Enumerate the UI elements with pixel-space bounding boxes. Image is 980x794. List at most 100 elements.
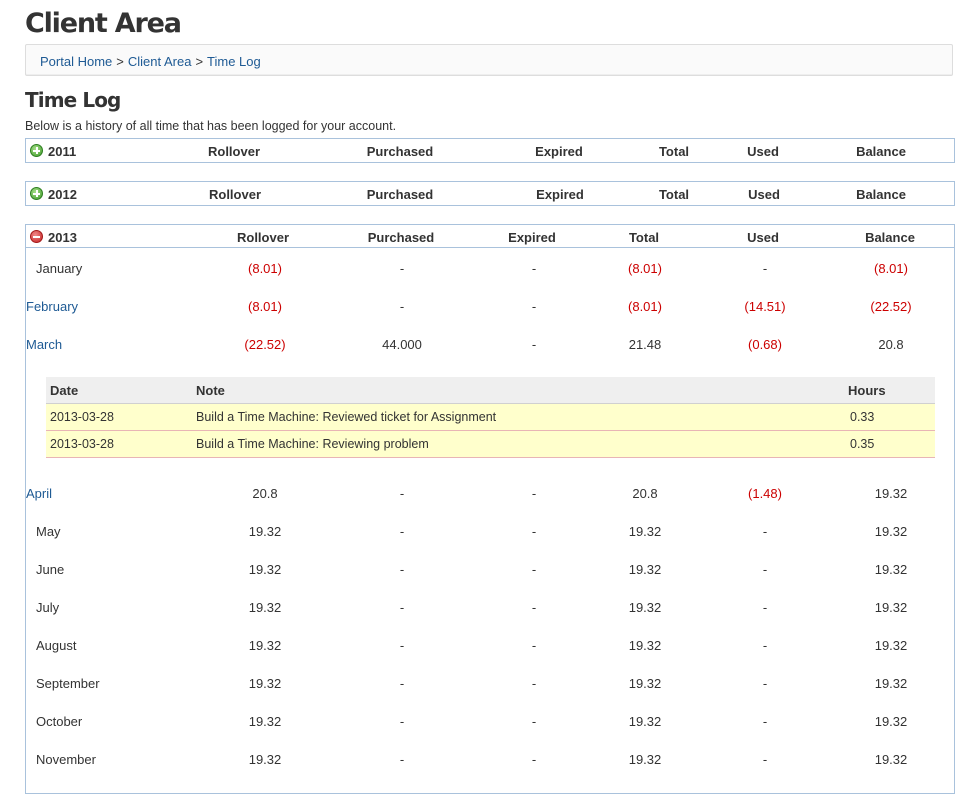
month-row: March (22.52) 44.000 - 21.48 (0.68) 20.8 [26,337,954,357]
purchased-cell: - [399,676,405,691]
total-cell: 19.32 [628,562,662,577]
balance-cell: 19.32 [874,638,908,653]
collapse-minus-icon[interactable] [30,230,43,243]
month-name[interactable]: April [26,486,52,501]
used-cell: - [762,638,768,653]
total-cell: 19.32 [628,638,662,653]
expired-cell: - [531,638,537,653]
detail-header-hours: Hours [848,383,886,398]
expired-cell: - [531,337,537,352]
used-cell: - [762,714,768,729]
year-panel-2012: 2012 Rollover Purchased Expired Total Us… [25,181,955,206]
column-header-used: Used [747,144,779,159]
year-label: 2013 [48,230,77,245]
used-cell: - [762,676,768,691]
rollover-cell: (22.52) [244,337,286,352]
year-header-2011[interactable]: 2011 Rollover Purchased Expired Total Us… [26,139,954,163]
total-cell: (8.01) [628,261,662,276]
detail-date: 2013-03-28 [50,410,114,424]
detail-hours: 0.35 [850,437,875,451]
year-header-2013[interactable]: 2013 Rollover Purchased Expired Total Us… [26,225,954,248]
column-header-expired: Expired [535,144,583,159]
purchased-cell: 44.000 [382,337,422,352]
rollover-cell: 19.32 [248,752,282,767]
rollover-cell: (8.01) [248,299,282,314]
month-row: October 19.32 - - 19.32 - 19.32 [26,714,954,734]
rollover-cell: 19.32 [248,600,282,615]
month-name[interactable]: March [26,337,62,352]
month-name: May [36,524,61,539]
month-name: September [36,676,100,691]
expired-cell: - [531,524,537,539]
used-cell: (0.68) [748,337,782,352]
expand-plus-icon[interactable] [30,144,43,157]
year-panel-2013: 2013 Rollover Purchased Expired Total Us… [25,224,955,794]
expired-cell: - [531,299,537,314]
column-header-balance: Balance [856,144,906,159]
used-cell: - [762,752,768,767]
expired-cell: - [531,562,537,577]
total-cell: 19.32 [628,600,662,615]
month-name: November [36,752,96,767]
rollover-cell: 19.32 [248,524,282,539]
rollover-cell: 19.32 [248,714,282,729]
month-name: August [36,638,77,653]
month-name[interactable]: February [26,299,78,314]
year-label: 2011 [48,144,77,159]
rollover-cell: 19.32 [248,638,282,653]
month-row: August 19.32 - - 19.32 - 19.32 [26,638,954,658]
rollover-cell: 19.32 [248,676,282,691]
breadcrumb-client-area[interactable]: Client Area [128,54,192,69]
detail-date: 2013-03-28 [50,437,114,451]
rollover-cell: (8.01) [248,261,282,276]
column-header-total: Total [658,187,690,202]
expired-cell: - [531,752,537,767]
month-row: January (8.01) - - (8.01) - (8.01) [26,261,954,281]
month-name: January [36,261,83,276]
month-row: June 19.32 - - 19.32 - 19.32 [26,562,954,582]
used-cell: - [762,562,768,577]
detail-note: Build a Time Machine: Reviewed ticket fo… [196,410,497,424]
balance-cell: 19.32 [874,676,908,691]
column-header-purchased: Purchased [366,187,434,202]
year-label: 2012 [48,187,77,202]
breadcrumb: Portal Home > Client Area > Time Log [25,44,953,76]
month-row: April 20.8 - - 20.8 (1.48) 19.32 [26,486,954,506]
used-cell: (14.51) [744,299,786,314]
total-cell: 19.32 [628,714,662,729]
total-cell: (8.01) [628,299,662,314]
detail-hours: 0.33 [850,410,875,424]
breadcrumb-portal-home[interactable]: Portal Home [40,54,112,69]
purchased-cell: - [399,638,405,653]
breadcrumb-time-log[interactable]: Time Log [207,54,261,69]
year-panel-2011: 2011 Rollover Purchased Expired Total Us… [25,138,955,163]
purchased-cell: - [399,562,405,577]
column-header-purchased: Purchased [367,230,435,245]
intro-text: Below is a history of all time that has … [25,119,397,133]
expired-cell: - [531,486,537,501]
month-detail-table: Date Note Hours 2013-03-28 Build a Time … [46,377,935,458]
month-name: July [36,600,60,615]
column-header-rollover: Rollover [208,187,262,202]
rollover-cell: 19.32 [248,562,282,577]
expand-plus-icon[interactable] [30,187,43,200]
column-header-total: Total [628,230,660,245]
rollover-cell: 20.8 [252,486,278,501]
month-row: July 19.32 - - 19.32 - 19.32 [26,600,954,620]
column-header-used: Used [748,187,780,202]
column-header-purchased: Purchased [366,144,434,159]
expired-cell: - [531,714,537,729]
expired-cell: - [531,676,537,691]
month-row: November 19.32 - - 19.32 - 19.32 [26,752,954,772]
used-cell: - [762,524,768,539]
balance-cell: 19.32 [874,714,908,729]
purchased-cell: - [399,486,405,501]
balance-cell: 19.32 [874,524,908,539]
month-row: September 19.32 - - 19.32 - 19.32 [26,676,954,696]
year-header-2012[interactable]: 2012 Rollover Purchased Expired Total Us… [26,182,954,206]
balance-cell: 19.32 [874,562,908,577]
purchased-cell: - [399,261,405,276]
breadcrumb-separator: > [195,54,204,69]
balance-cell: (8.01) [874,261,908,276]
total-cell: 21.48 [628,337,662,352]
